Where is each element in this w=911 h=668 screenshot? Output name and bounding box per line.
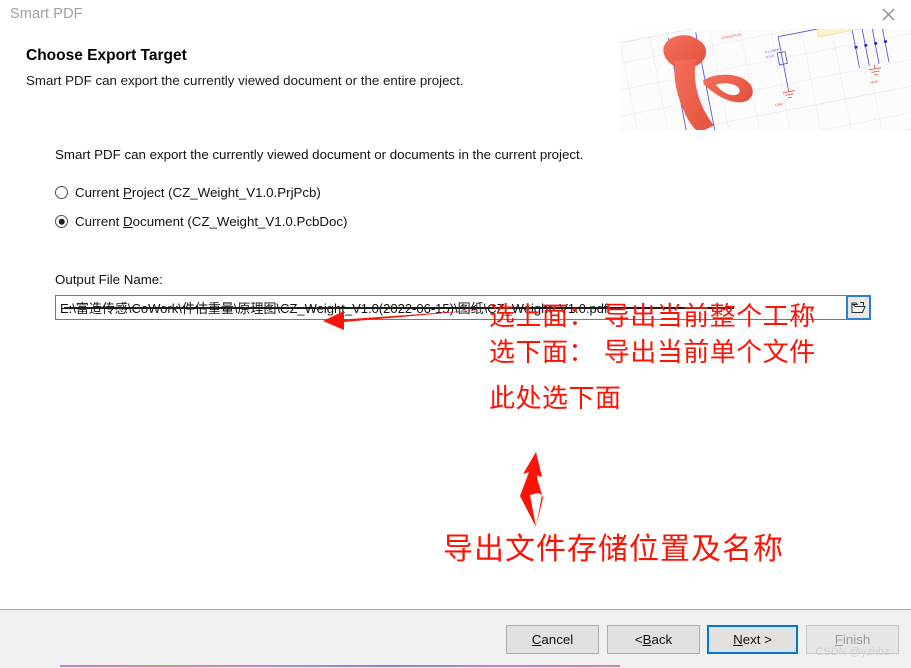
dialog-footer: Cancel < Back Next > Finish CSDN @yzhbz <box>0 609 911 668</box>
annotation-bottom: 导出文件存储位置及名称 <box>443 532 784 567</box>
page-title: Choose Export Target <box>26 47 187 64</box>
annotation-line-2: 选下面： 导出当前单个文件 <box>489 338 816 368</box>
intro-text: Smart PDF can export the currently viewe… <box>55 147 584 162</box>
radio-indicator-project[interactable] <box>55 186 68 199</box>
output-file-name-label: Output File Name: <box>55 272 163 287</box>
radio-indicator-document[interactable] <box>55 215 68 228</box>
cancel-button[interactable]: Cancel <box>506 625 599 654</box>
up-arrow-annotation <box>512 451 572 534</box>
folder-open-icon[interactable] <box>846 295 871 320</box>
dialog-header: STM32F103 GND GND GND C1 100nF 0.1uF <box>0 29 911 131</box>
title-bar: Smart PDF <box>0 0 911 31</box>
radio-current-document[interactable]: Current Document (CZ_Weight_V1.0.PcbDoc) <box>55 214 347 229</box>
close-icon[interactable] <box>865 0 911 29</box>
annotation-line-1: 选上面： 导出当前整个工称 <box>489 302 816 332</box>
next-button[interactable]: Next > <box>707 625 798 654</box>
back-button[interactable]: < Back <box>607 625 700 654</box>
annotation-line-3: 此处选下面 <box>489 384 622 414</box>
page-subtitle: Smart PDF can export the currently viewe… <box>26 73 464 88</box>
radio-label-project: Current Project (CZ_Weight_V1.0.PrjPcb) <box>75 185 321 200</box>
dialog-body: Smart PDF can export the currently viewe… <box>0 130 911 609</box>
window-title: Smart PDF <box>10 6 83 22</box>
smart-pdf-dialog: Smart PDF STM32F103 GND GND C1 100nF 0.1… <box>0 0 911 668</box>
radio-current-project[interactable]: Current Project (CZ_Weight_V1.0.PrjPcb) <box>55 185 321 200</box>
pdf-acrobat-logo-schematic-banner: STM32F103 GND GND GND C1 100nF 0.1uF <box>620 29 911 130</box>
radio-label-document: Current Document (CZ_Weight_V1.0.PcbDoc) <box>75 214 348 229</box>
finish-button: Finish <box>806 625 899 654</box>
